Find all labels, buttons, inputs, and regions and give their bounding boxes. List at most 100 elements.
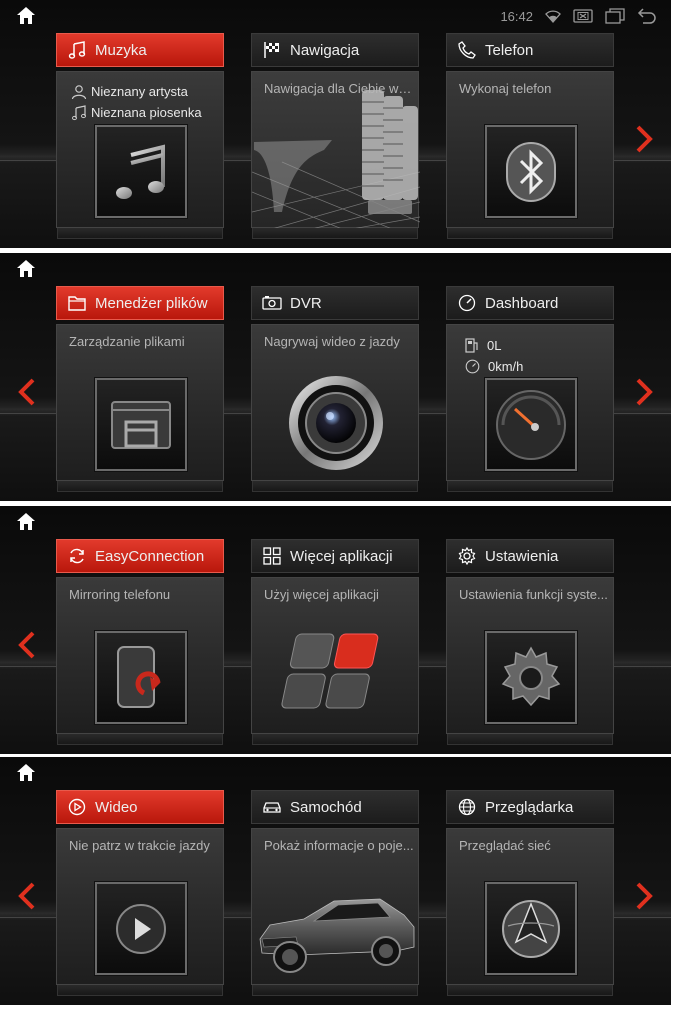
tile-body[interactable]: Przeglądać sieć xyxy=(446,828,614,996)
tile-body[interactable]: Nawigacja dla Ciebie w c... xyxy=(251,71,420,239)
tile-description: Nie patrz w trakcie jazdy xyxy=(69,838,210,853)
home-icon[interactable] xyxy=(16,259,36,279)
settings-app-icon xyxy=(485,631,577,724)
tile-header[interactable]: Przeglądarka xyxy=(446,790,614,824)
tile-music[interactable]: Muzyka Nieznany artysta Nieznana piosenk… xyxy=(56,33,224,239)
tile-header[interactable]: Telefon xyxy=(446,33,614,67)
tile-easyconnection[interactable]: EasyConnection Mirroring telefonu xyxy=(56,539,224,745)
apps-tiles-icon xyxy=(281,633,379,709)
dvr-lens-icon xyxy=(289,376,383,470)
tile-title: Dashboard xyxy=(485,294,559,312)
back-icon[interactable] xyxy=(637,8,657,24)
speed-value: 0km/h xyxy=(488,359,524,374)
tile-header[interactable]: EasyConnection xyxy=(56,539,224,573)
status-bar: 16:42 xyxy=(500,6,657,26)
next-page-arrow[interactable] xyxy=(635,378,653,406)
speedometer-icon xyxy=(465,359,480,374)
tile-description: Zarządzanie plikami xyxy=(69,334,185,349)
tile-body[interactable]: Użyj więcej aplikacji xyxy=(251,577,419,745)
globe-icon xyxy=(458,798,476,816)
speedometer-icon xyxy=(458,294,476,312)
tile-video[interactable]: Wideo Nie patrz w trakcie jazdy xyxy=(56,790,224,996)
home-icon[interactable] xyxy=(16,763,36,783)
home-icon[interactable] xyxy=(16,512,36,532)
video-app-icon xyxy=(95,882,187,975)
phone-icon xyxy=(458,41,476,59)
camera-icon xyxy=(262,296,282,310)
tile-header[interactable]: Nawigacja xyxy=(251,33,419,67)
tile-body[interactable]: Nagrywaj wideo z jazdy xyxy=(251,324,419,492)
tile-body[interactable]: Ustawienia funkcji syste... xyxy=(446,577,614,745)
panel-2: Menedżer plików Zarządzanie plikami DVR … xyxy=(0,253,671,501)
tile-title: Telefon xyxy=(485,41,534,59)
music-info: Nieznany artysta Nieznana piosenka xyxy=(71,81,202,123)
tile-body[interactable]: Nie patrz w trakcie jazdy xyxy=(56,828,224,996)
tile-description: Nagrywaj wideo z jazdy xyxy=(264,334,400,349)
tile-body[interactable]: Pokaż informacje o poje... xyxy=(251,828,419,996)
bluetooth-app-icon xyxy=(485,125,577,218)
tile-body[interactable]: 0L 0km/h xyxy=(446,324,614,492)
wifi-icon xyxy=(545,9,561,23)
tile-browser[interactable]: Przeglądarka Przeglądać sieć xyxy=(446,790,614,996)
artist-label: Nieznany artysta xyxy=(91,84,188,99)
tile-title: EasyConnection xyxy=(95,547,205,565)
mirroring-app-icon xyxy=(95,631,187,724)
tile-car[interactable]: Samochód Pokaż informacje o poje... xyxy=(251,790,419,996)
tile-settings[interactable]: Ustawienia Ustawienia funkcji syste... xyxy=(446,539,614,745)
next-page-arrow[interactable] xyxy=(635,125,653,153)
dashboard-info: 0L 0km/h xyxy=(465,335,523,377)
tile-description: Pokaż informacje o poje... xyxy=(264,838,414,853)
person-icon xyxy=(71,84,87,99)
folder-icon xyxy=(68,296,86,311)
tile-title: Samochód xyxy=(290,798,362,816)
tile-body[interactable]: Mirroring telefonu xyxy=(56,577,224,745)
car-image xyxy=(259,898,415,973)
tile-dvr[interactable]: DVR Nagrywaj wideo z jazdy xyxy=(251,286,419,492)
tile-header[interactable]: Wideo xyxy=(56,790,224,824)
tile-body[interactable]: Zarządzanie plikami xyxy=(56,324,224,492)
tile-header[interactable]: DVR xyxy=(251,286,419,320)
tile-more-apps[interactable]: Więcej aplikacji Użyj więcej aplikacji xyxy=(251,539,419,745)
tile-phone[interactable]: Telefon Wykonaj telefon xyxy=(446,33,614,239)
grid-icon xyxy=(263,547,281,565)
file-manager-app-icon xyxy=(95,378,187,471)
car-icon xyxy=(263,802,281,813)
music-app-icon xyxy=(95,125,187,218)
song-label: Nieznana piosenka xyxy=(91,105,202,120)
music-note-icon xyxy=(72,104,86,120)
gear-icon xyxy=(458,547,476,565)
home-icon[interactable] xyxy=(16,6,36,26)
tile-dashboard[interactable]: Dashboard 0L 0km/h xyxy=(446,286,614,492)
close-app-icon[interactable] xyxy=(573,9,593,23)
tile-title: Muzyka xyxy=(95,41,147,59)
tile-header[interactable]: Menedżer plików xyxy=(56,286,224,320)
tile-body[interactable]: Wykonaj telefon xyxy=(446,71,614,239)
tile-navigation[interactable]: Nawigacja Nawigacja dla Ciebie w c... xyxy=(251,33,420,239)
tile-title: Ustawienia xyxy=(485,547,559,565)
clock: 16:42 xyxy=(500,8,533,24)
music-note-icon xyxy=(68,41,86,59)
next-page-arrow[interactable] xyxy=(635,882,653,910)
tile-header[interactable]: Muzyka xyxy=(56,33,224,67)
fuel-value: 0L xyxy=(487,338,502,353)
previous-page-arrow[interactable] xyxy=(18,882,36,910)
recent-apps-icon[interactable] xyxy=(605,8,625,24)
tile-header[interactable]: Samochód xyxy=(251,790,419,824)
tile-file-manager[interactable]: Menedżer plików Zarządzanie plikami xyxy=(56,286,224,492)
tile-header[interactable]: Więcej aplikacji xyxy=(251,539,419,573)
tile-description: Przeglądać sieć xyxy=(459,838,551,853)
previous-page-arrow[interactable] xyxy=(18,631,36,659)
tile-title: Nawigacja xyxy=(290,41,360,59)
previous-page-arrow[interactable] xyxy=(18,378,36,406)
tile-description: Użyj więcej aplikacji xyxy=(264,587,379,602)
tile-header[interactable]: Dashboard xyxy=(446,286,614,320)
tile-body[interactable]: Nieznany artysta Nieznana piosenka xyxy=(56,71,224,239)
tile-header[interactable]: Ustawienia xyxy=(446,539,614,573)
checkered-flag-icon xyxy=(264,42,279,58)
tile-title: Menedżer plików xyxy=(95,294,208,312)
panel-4: Wideo Nie patrz w trakcie jazdy Samochód… xyxy=(0,757,671,1005)
refresh-icon xyxy=(70,548,84,564)
tile-title: Więcej aplikacji xyxy=(290,547,393,565)
tile-description: Wykonaj telefon xyxy=(459,81,552,96)
panel-3: EasyConnection Mirroring telefonu Więcej… xyxy=(0,506,671,754)
